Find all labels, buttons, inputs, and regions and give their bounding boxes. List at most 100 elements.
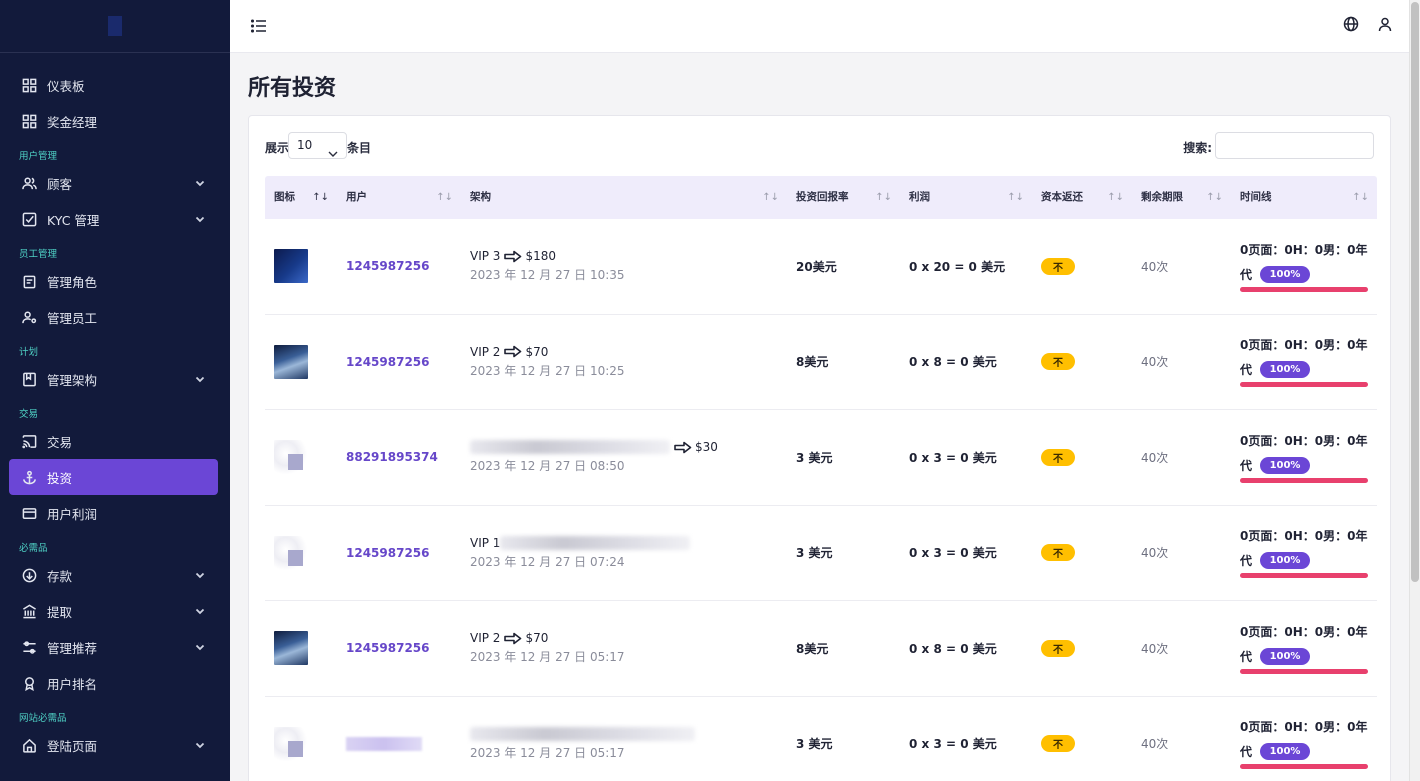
term-value: 40次 bbox=[1141, 259, 1169, 274]
profit-value: 0 x 3 = 0 美元 bbox=[909, 737, 997, 752]
sidebar-item-label: 用户排名 bbox=[47, 676, 98, 692]
chevron-down-icon[interactable] bbox=[194, 177, 206, 189]
sidebar-item[interactable]: 管理推荐 bbox=[9, 629, 218, 665]
sidebar-item[interactable]: 用户排名 bbox=[9, 665, 218, 701]
plan-image bbox=[274, 440, 308, 475]
sidebar-item[interactable]: 管理架构 bbox=[9, 361, 218, 397]
user-icon[interactable] bbox=[1377, 16, 1393, 35]
chevron-down-icon[interactable] bbox=[194, 605, 206, 617]
sort-icon: ↑↓ bbox=[1352, 192, 1369, 203]
chevron-down-icon[interactable] bbox=[194, 373, 206, 385]
progress-bar bbox=[1240, 286, 1368, 292]
capital-back-badge: 不 bbox=[1041, 448, 1075, 466]
user-link[interactable]: 1245987256 bbox=[346, 355, 430, 369]
profit-value: 0 x 8 = 0 美元 bbox=[909, 641, 997, 656]
column-header[interactable]: 投资回报率 ↑↓ bbox=[787, 176, 900, 219]
user-link[interactable]: 1245987256 bbox=[346, 259, 430, 273]
sidebar-item[interactable]: 存款 bbox=[9, 557, 218, 593]
roi-cell: 3 美元 bbox=[787, 410, 900, 505]
search-input[interactable] bbox=[1215, 132, 1374, 159]
sidebar-item[interactable]: 管理员工 bbox=[9, 299, 218, 335]
page-scrollbar[interactable] bbox=[1409, 0, 1420, 781]
term-cell: 40次 bbox=[1132, 601, 1231, 696]
sidebar-item[interactable]: KYC 管理 bbox=[9, 201, 218, 237]
timeline-suffix: 代 bbox=[1240, 458, 1253, 473]
chevron-down-icon[interactable] bbox=[194, 213, 206, 225]
list-icon[interactable] bbox=[250, 17, 268, 35]
term-cell: 40次 bbox=[1132, 314, 1231, 409]
roi-cell: 3 美元 bbox=[787, 505, 900, 600]
term-cell: 40次 bbox=[1132, 410, 1231, 505]
progress-bar bbox=[1240, 477, 1368, 483]
progress-bar bbox=[1240, 573, 1368, 579]
capital-back-badge: 不 bbox=[1041, 353, 1075, 371]
nav-section-label: 计划 bbox=[19, 347, 39, 358]
sidebar-item[interactable]: 登陆页面 bbox=[9, 727, 218, 763]
sidebar-nav: 仪表板 奖金经理 用户管理 顾客 KYC 管理 员工管理 管理角色 管理员工 计划 管理架构 交易交… bbox=[0, 53, 230, 763]
sidebar-item[interactable]: 顾客 bbox=[9, 165, 218, 201]
plan-cell: $30 2023 年 12 月 27 日 08:50 bbox=[461, 410, 787, 505]
table-row: 88291895374 $30 2023 年 12 月 27 日 08:50 3 美元… bbox=[265, 410, 1377, 506]
plan-title bbox=[470, 726, 695, 741]
column-header[interactable]: 资本返还 ↑↓ bbox=[1032, 176, 1132, 219]
user-gear-icon bbox=[21, 309, 37, 325]
profit-value: 0 x 20 = 0 美元 bbox=[909, 259, 1006, 274]
column-header[interactable]: 利润 ↑↓ bbox=[900, 176, 1032, 219]
chevron-down-icon[interactable] bbox=[194, 641, 206, 653]
column-header[interactable]: 时间线 ↑↓ bbox=[1231, 176, 1377, 219]
sidebar-item[interactable]: 仪表板 bbox=[9, 67, 218, 103]
sidebar-item-label: 管理角色 bbox=[47, 274, 98, 290]
chevron-down-icon[interactable] bbox=[194, 569, 206, 581]
timeline-text: 0页面：0H：0男：0年 bbox=[1240, 433, 1368, 448]
page-size-value: 10 bbox=[297, 138, 313, 152]
table-row: 1245987256 VIP 2 $70 2023 年 12 月 27 日 05:17… bbox=[265, 601, 1377, 697]
column-header-label: 剩余期限 bbox=[1141, 191, 1183, 203]
user-link[interactable]: 1245987256 bbox=[346, 641, 430, 655]
redacted-area bbox=[470, 726, 695, 741]
user-link[interactable]: 1245987256 bbox=[346, 546, 430, 560]
cast-icon bbox=[21, 433, 37, 449]
sidebar-item-label: 投资 bbox=[47, 470, 73, 486]
plan-cell: VIP 2 $70 2023 年 12 月 27 日 10:25 bbox=[461, 314, 787, 409]
globe-icon[interactable] bbox=[1343, 16, 1359, 35]
column-header[interactable]: 图标 ↑↓ bbox=[265, 176, 337, 219]
timeline-cell: 0页面：0H：0男：0年代 100% bbox=[1231, 505, 1377, 600]
column-header[interactable]: 剩余期限 ↑↓ bbox=[1132, 176, 1231, 219]
redacted-user bbox=[346, 736, 422, 751]
arrow-right-icon bbox=[504, 345, 522, 358]
sidebar-item[interactable]: 用户利润 bbox=[9, 495, 218, 531]
column-header[interactable]: 用户 ↑↓ bbox=[337, 176, 461, 219]
check-square-icon bbox=[21, 211, 37, 227]
plan-amount: $70 bbox=[525, 344, 549, 359]
scrollbar-thumb[interactable] bbox=[1411, 2, 1419, 582]
roi-value: 20美元 bbox=[796, 259, 837, 274]
capital-back-cell: 不 bbox=[1032, 410, 1132, 505]
column-header[interactable]: 架构 ↑↓ bbox=[461, 176, 787, 219]
user-link[interactable]: 88291895374 bbox=[346, 450, 438, 464]
arrow-right-icon bbox=[504, 250, 522, 263]
timeline-suffix: 代 bbox=[1240, 363, 1253, 378]
logo[interactable] bbox=[108, 16, 122, 36]
chevron-down-icon[interactable] bbox=[194, 739, 206, 751]
column-header-label: 利润 bbox=[909, 191, 930, 203]
sidebar-item[interactable]: 提取 bbox=[9, 593, 218, 629]
profit-cell: 0 x 20 = 0 美元 bbox=[900, 219, 1032, 314]
plan-title: VIP 2 $70 bbox=[470, 345, 625, 359]
sidebar-item[interactable]: 交易 bbox=[9, 423, 218, 459]
sidebar-item-label: KYC 管理 bbox=[47, 212, 100, 228]
page-size-select[interactable]: 10 bbox=[288, 132, 347, 159]
bank-icon bbox=[21, 603, 37, 619]
sidebar-item[interactable]: 投资 bbox=[9, 459, 218, 495]
sidebar-item[interactable]: 奖金经理 bbox=[9, 103, 218, 139]
sidebar-item[interactable]: 管理角色 bbox=[9, 263, 218, 299]
nav-section-label: 用户管理 bbox=[19, 151, 58, 162]
capital-back-cell: 不 bbox=[1032, 696, 1132, 781]
chevron-down-icon bbox=[328, 141, 338, 166]
plan-name: VIP 2 bbox=[470, 344, 501, 359]
user-cell: 1245987256 bbox=[337, 219, 461, 314]
profit-value: 0 x 3 = 0 美元 bbox=[909, 546, 997, 561]
table-controls: 展示 10 条目 搜索: bbox=[265, 132, 1374, 160]
plan-date: 2023 年 12 月 27 日 07:24 bbox=[470, 554, 625, 569]
timeline-text: 0页面：0H：0男：0年 bbox=[1240, 529, 1368, 544]
home-icon bbox=[21, 737, 37, 753]
